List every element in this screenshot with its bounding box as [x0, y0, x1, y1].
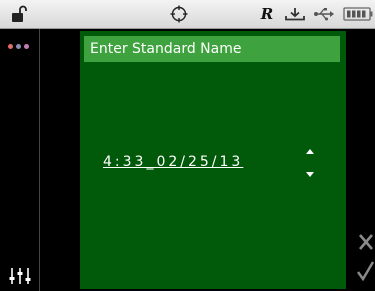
status-bar: R — [0, 0, 375, 29]
left-panel — [0, 29, 40, 291]
stepper-up-icon[interactable] — [303, 145, 317, 157]
usb-icon — [312, 0, 336, 28]
battery-icon — [343, 0, 373, 28]
value-stepper[interactable] — [303, 145, 317, 179]
tray-download-icon — [284, 0, 306, 28]
x-cancel-icon[interactable] — [357, 232, 375, 252]
datetime-value[interactable]: 4:33_02/25/13 — [103, 151, 243, 173]
datetime-text: 4:33_02/25/13 — [103, 154, 244, 170]
menu-dot — [16, 44, 21, 49]
standard-name-field[interactable]: Enter Standard Name — [84, 36, 340, 62]
checkmark-icon[interactable] — [356, 260, 375, 282]
three-dots-menu-icon[interactable] — [8, 44, 29, 49]
menu-dot — [24, 44, 29, 49]
menu-dot — [8, 44, 13, 49]
mode-indicator: R — [260, 5, 274, 23]
stepper-down-icon[interactable] — [303, 169, 317, 179]
sliders-icon[interactable] — [9, 267, 31, 289]
crosshair-target-icon[interactable] — [168, 0, 190, 28]
left-divider — [39, 29, 40, 291]
unlocked-padlock-icon[interactable] — [8, 0, 30, 28]
